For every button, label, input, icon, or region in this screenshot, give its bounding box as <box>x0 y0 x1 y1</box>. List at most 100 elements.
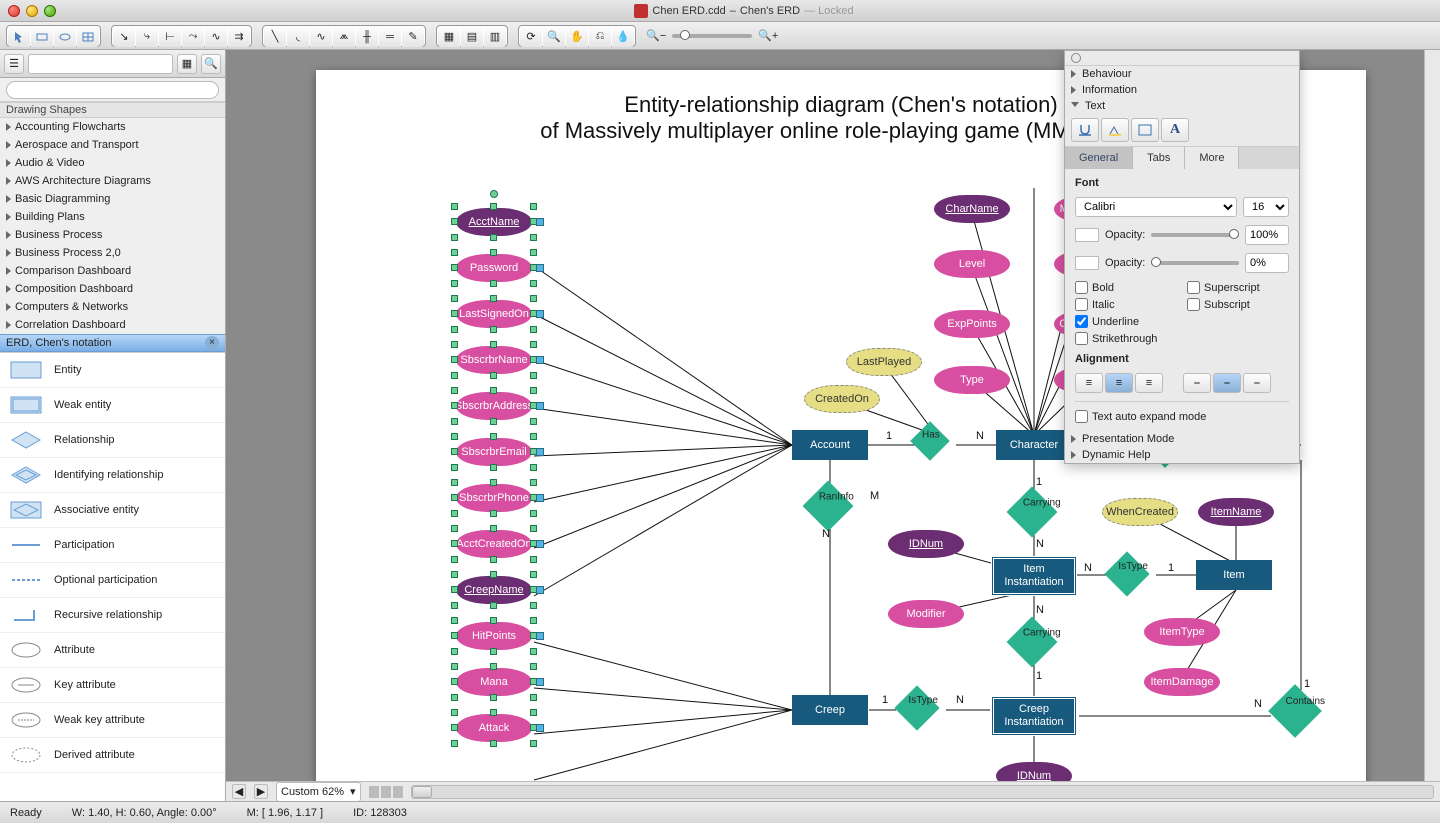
library-item[interactable]: Comparison Dashboard <box>0 262 225 280</box>
text-color-swatch[interactable] <box>1075 228 1099 242</box>
valign-middle-button[interactable]: ⎯ <box>1213 373 1241 393</box>
erd-selected-attr[interactable]: SbscrbrPhone <box>456 484 532 512</box>
erd-selected-attr[interactable]: LastSignedOn <box>456 300 532 328</box>
erd-attr[interactable]: Type <box>934 366 1010 394</box>
text-box-tool[interactable] <box>1131 118 1159 142</box>
shape-weak-entity[interactable]: Weak entity <box>0 388 225 423</box>
pan-tool[interactable]: ✋ <box>566 27 588 47</box>
library-item[interactable]: Composition Dashboard <box>0 280 225 298</box>
text-bg-swatch[interactable] <box>1075 256 1099 270</box>
erd-entity-creep[interactable]: Creep <box>792 695 868 725</box>
connector-round-tool[interactable]: ⤳ <box>182 27 204 47</box>
bold-checkbox[interactable]: Bold <box>1075 281 1177 294</box>
page-nav-prev[interactable]: ◀ <box>232 784 246 799</box>
align-center-button[interactable]: ≡ <box>1105 373 1133 393</box>
zoom-out-icon[interactable]: 🔍− <box>646 29 666 42</box>
erd-attr[interactable]: ItemType <box>1144 618 1220 646</box>
polyline-tool[interactable]: ⩕ <box>333 27 355 47</box>
freehand-tool[interactable]: ✎ <box>402 27 424 47</box>
connector-bezier-tool[interactable]: ∿ <box>205 27 227 47</box>
table-tool[interactable] <box>77 27 99 47</box>
connector-direct-tool[interactable]: ↘ <box>113 27 135 47</box>
zoom-dropdown[interactable]: Custom 62%▾ <box>276 782 361 802</box>
erd-attr[interactable]: ExpPoints <box>934 310 1010 338</box>
panel-section-behaviour[interactable]: Behaviour <box>1065 66 1299 82</box>
underline-checkbox[interactable]: Underline <box>1075 315 1177 328</box>
text-auto-expand-checkbox[interactable]: Text auto expand mode <box>1075 410 1289 423</box>
erd-entity-account[interactable]: Account <box>792 430 868 460</box>
eyedropper-tool[interactable]: 💧 <box>612 27 634 47</box>
arc-tool[interactable]: ◟ <box>287 27 309 47</box>
strikethrough-checkbox[interactable]: Strikethrough <box>1075 332 1177 345</box>
panel-section-presentation[interactable]: Presentation Mode <box>1065 431 1299 447</box>
zoom-in-icon[interactable]: 🔍+ <box>758 29 778 42</box>
erd-derived-attr[interactable]: CreatedOn <box>804 385 880 413</box>
close-library-icon[interactable]: × <box>205 336 219 350</box>
erd-attr[interactable]: IDNum <box>888 530 964 558</box>
shape-identifying-relationship[interactable]: Identifying relationship <box>0 458 225 493</box>
line-tool[interactable]: ╲ <box>264 27 286 47</box>
erd-selected-attr[interactable]: AcctName <box>456 208 532 236</box>
erd-selected-attr[interactable]: Attack <box>456 714 532 742</box>
library-item[interactable]: Building Plans <box>0 208 225 226</box>
superscript-checkbox[interactable]: Superscript <box>1187 281 1289 294</box>
erd-attr[interactable]: CharName <box>934 195 1010 223</box>
shape-participation[interactable]: Participation <box>0 528 225 563</box>
erd-rel-contains2[interactable]: Contains <box>1276 692 1314 730</box>
panel-section-information[interactable]: Information <box>1065 82 1299 98</box>
erd-selected-attr[interactable]: Password <box>456 254 532 282</box>
search-button[interactable]: 🔍 <box>201 54 221 74</box>
erd-rel-istype[interactable]: IsType <box>1111 558 1143 590</box>
erd-rel-raninfo[interactable]: RanInfo <box>810 488 846 524</box>
library-item[interactable]: AWS Architecture Diagrams <box>0 172 225 190</box>
canvas-scrollbar-vertical[interactable] <box>1424 50 1440 781</box>
connector-smart-tool[interactable]: ⤷ <box>136 27 158 47</box>
erd-selected-attr[interactable]: HitPoints <box>456 622 532 650</box>
library-item[interactable]: Correlation Dashboard <box>0 316 225 334</box>
erd-selected-attr[interactable]: Mana <box>456 668 532 696</box>
snap-objects-tool[interactable]: ▥ <box>484 27 506 47</box>
panel-section-text[interactable]: Text <box>1065 98 1299 114</box>
page-nav-next[interactable]: ▶ <box>254 784 268 799</box>
erd-rel-istype2[interactable]: IsType <box>901 692 933 724</box>
library-item[interactable]: Basic Diagramming <box>0 190 225 208</box>
panel-drag-handle[interactable] <box>1071 53 1081 63</box>
erd-entity-item-instantiation[interactable]: Item Instantiation <box>991 556 1077 596</box>
library-selected[interactable]: ERD, Chen's notation × <box>0 334 225 352</box>
text-bg-opacity-value[interactable] <box>1245 253 1289 273</box>
text-opacity-slider[interactable] <box>1151 233 1239 237</box>
library-filter-input[interactable] <box>28 54 173 74</box>
font-size-select[interactable]: 16 <box>1243 197 1289 217</box>
erd-selected-attr[interactable]: SbscrbrAddress <box>456 392 532 420</box>
rect-tool[interactable] <box>31 27 53 47</box>
subtab-general[interactable]: General <box>1065 147 1133 169</box>
inspector-panel[interactable]: Behaviour Information Text A General Tab… <box>1064 50 1300 464</box>
shape-relationship[interactable]: Relationship <box>0 423 225 458</box>
library-item[interactable]: Business Process 2,0 <box>0 244 225 262</box>
valign-bottom-button[interactable]: ⎯ <box>1243 373 1271 393</box>
erd-selected-attr[interactable]: AcctCreatedOn <box>456 530 532 558</box>
shape-weak-key-attribute[interactable]: Weak key attribute <box>0 703 225 738</box>
spline-tool[interactable]: ∿ <box>310 27 332 47</box>
erd-derived-attr[interactable]: LastPlayed <box>846 348 922 376</box>
zoom-window-button[interactable] <box>44 5 56 17</box>
zoom-tool[interactable]: 🔍 <box>543 27 565 47</box>
pointer-tool[interactable] <box>8 27 30 47</box>
shape-associative-entity[interactable]: Associative entity <box>0 493 225 528</box>
erd-attr[interactable]: Level <box>934 250 1010 278</box>
erd-attr[interactable]: ItemName <box>1198 498 1274 526</box>
library-item[interactable]: Accounting Flowcharts <box>0 118 225 136</box>
erd-selected-attr[interactable]: CreepName <box>456 576 532 604</box>
page-thumbs[interactable] <box>369 786 403 798</box>
refresh-tool[interactable]: ⟳ <box>520 27 542 47</box>
snap-grid-tool[interactable]: ▦ <box>438 27 460 47</box>
library-item[interactable]: Computers & Networks <box>0 298 225 316</box>
close-window-button[interactable] <box>8 5 20 17</box>
grid-view-button[interactable]: ▦ <box>177 54 197 74</box>
panel-section-dynhelp[interactable]: Dynamic Help <box>1065 447 1299 463</box>
erd-selected-attr[interactable]: SbscrbrName <box>456 346 532 374</box>
library-item[interactable]: Audio & Video <box>0 154 225 172</box>
erd-rel-has[interactable]: Has <box>916 427 944 455</box>
shape-key-attribute[interactable]: Key attribute <box>0 668 225 703</box>
erd-rel-carrying2[interactable]: Carrying <box>1014 624 1050 660</box>
